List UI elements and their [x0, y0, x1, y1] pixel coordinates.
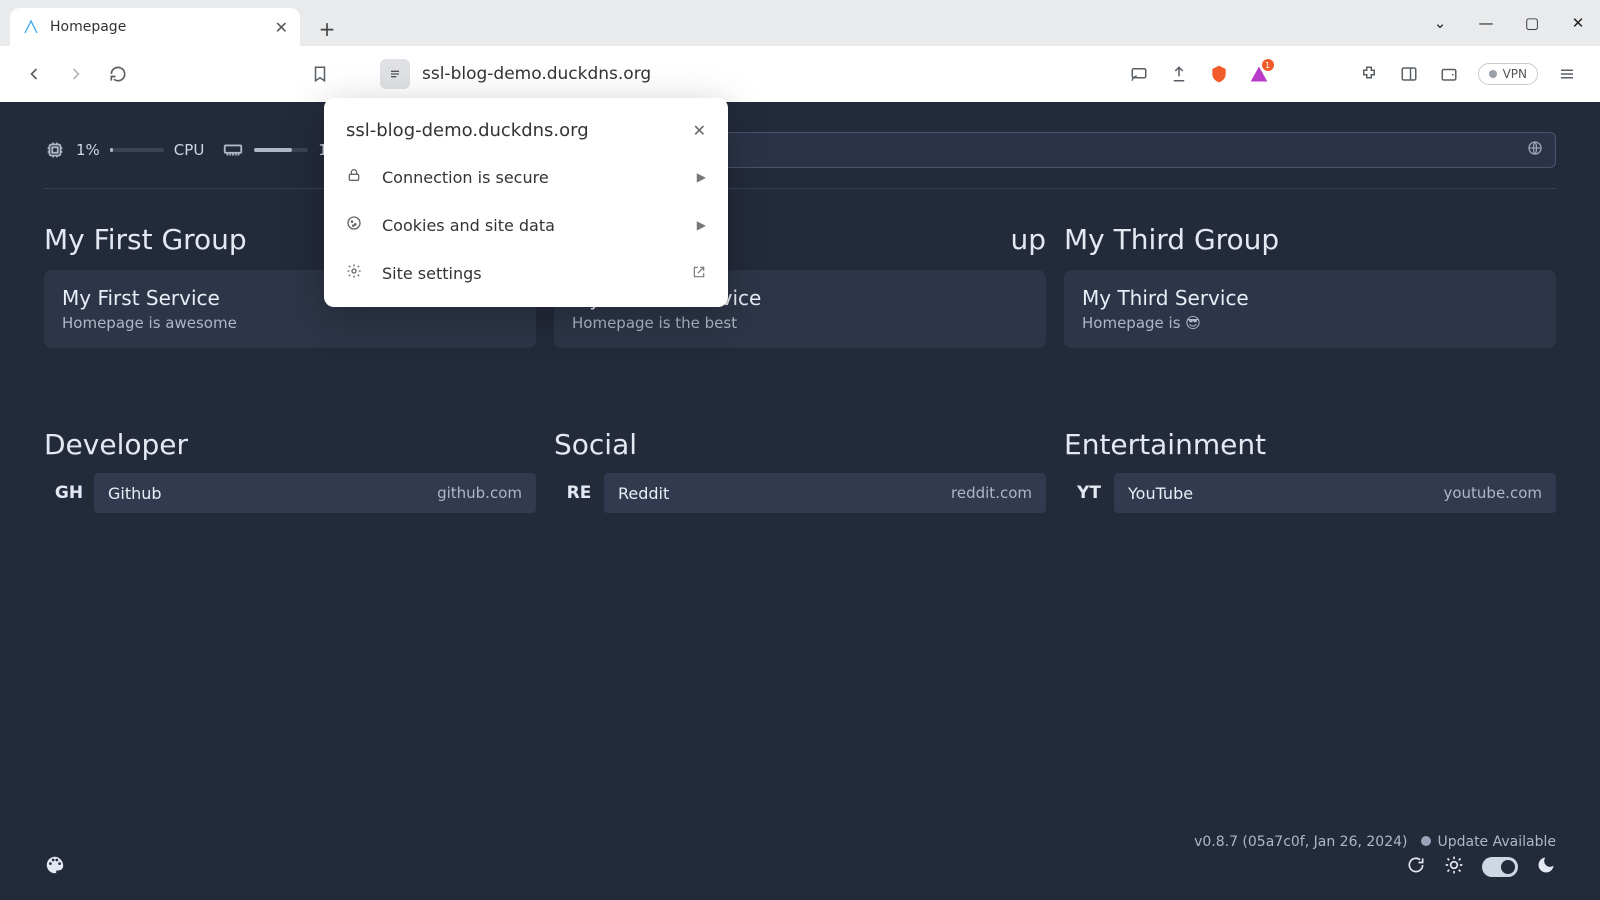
mem-bar	[254, 148, 308, 152]
bookmark-group: Entertainment YT YouTube youtube.com	[1064, 428, 1556, 513]
bookmark-group: Social RE Reddit reddit.com	[554, 428, 1046, 513]
forward-button[interactable]	[64, 62, 88, 86]
service-desc: Homepage is the best	[572, 314, 1028, 332]
bookmark-group: Developer GH Github github.com	[44, 428, 536, 513]
bookmark-name: Reddit	[618, 484, 669, 503]
popover-row-label: Site settings	[382, 264, 676, 283]
palette-icon[interactable]	[44, 854, 66, 880]
site-info-button[interactable]	[380, 59, 410, 89]
chevron-right-icon: ▶	[697, 218, 706, 232]
bookmark-row[interactable]: RE Reddit reddit.com	[554, 473, 1046, 513]
vpn-label: VPN	[1503, 67, 1527, 81]
bookmark-name: Github	[108, 484, 162, 503]
close-window-icon[interactable]: ✕	[1564, 14, 1592, 32]
cookies-row[interactable]: Cookies and site data ▶	[324, 201, 728, 249]
vpn-button[interactable]: VPN	[1478, 63, 1538, 85]
brave-shield-icon[interactable]	[1208, 63, 1230, 85]
bookmark-badge: GH	[44, 473, 94, 513]
cpu-label: CPU	[174, 141, 205, 159]
minimize-icon[interactable]: —	[1472, 14, 1500, 32]
connection-secure-row[interactable]: Connection is secure ▶	[324, 153, 728, 201]
cpu-stat: 1% CPU	[44, 139, 204, 161]
address-bar[interactable]: ssl-blog-demo.duckdns.org	[422, 64, 651, 84]
version-text: v0.8.7 (05a7c0f, Jan 26, 2024)	[1194, 834, 1407, 850]
bookmark-group-title: Entertainment	[1064, 428, 1556, 461]
bookmark-badge: YT	[1064, 473, 1114, 513]
wallet-icon[interactable]	[1438, 63, 1460, 85]
bookmark-domain: github.com	[437, 484, 522, 502]
new-tab-button[interactable]: +	[310, 12, 344, 46]
service-name: My Third Service	[1082, 286, 1538, 310]
menu-icon[interactable]	[1556, 63, 1578, 85]
search-provider-icon	[1527, 140, 1543, 160]
site-settings-row[interactable]: Site settings	[324, 249, 728, 297]
tab-title: Homepage	[50, 19, 265, 35]
popover-title: ssl-blog-demo.duckdns.org	[346, 120, 589, 141]
group-title: My Third Group	[1064, 223, 1556, 256]
chevron-right-icon: ▶	[697, 170, 706, 184]
service-card[interactable]: My Third Service Homepage is 😎	[1064, 270, 1556, 348]
favicon-icon	[22, 18, 40, 36]
bookmark-name: YouTube	[1128, 484, 1193, 503]
browser-tab[interactable]: Homepage ✕	[10, 8, 300, 46]
popover-row-label: Connection is secure	[382, 168, 681, 187]
gear-icon	[346, 263, 366, 283]
bookmark-icon[interactable]	[308, 62, 332, 86]
notification-badge: 1	[1262, 59, 1274, 71]
cast-icon[interactable]	[1128, 63, 1150, 85]
brave-rewards-icon[interactable]: 1	[1248, 63, 1270, 85]
cpu-bar	[110, 148, 164, 152]
maximize-icon[interactable]: ▢	[1518, 14, 1546, 32]
popover-row-label: Cookies and site data	[382, 216, 681, 235]
bookmark-row[interactable]: GH Github github.com	[44, 473, 536, 513]
lock-icon	[346, 167, 366, 187]
tab-close-icon[interactable]: ✕	[275, 18, 288, 37]
bookmark-row[interactable]: YT YouTube youtube.com	[1064, 473, 1556, 513]
bookmark-group-title: Social	[554, 428, 1046, 461]
back-button[interactable]	[22, 62, 46, 86]
cookie-icon	[346, 215, 366, 235]
bookmark-group-title: Developer	[44, 428, 536, 461]
bookmark-badge: RE	[554, 473, 604, 513]
service-desc: Homepage is 😎	[1082, 314, 1538, 332]
external-link-icon	[692, 265, 706, 282]
moon-icon[interactable]	[1536, 855, 1556, 879]
bookmark-domain: youtube.com	[1443, 484, 1542, 502]
tab-search-icon[interactable]: ⌄	[1426, 14, 1454, 32]
reload-button[interactable]	[106, 62, 130, 86]
sun-icon[interactable]	[1444, 855, 1464, 879]
theme-toggle[interactable]	[1482, 857, 1518, 877]
version-bar: v0.8.7 (05a7c0f, Jan 26, 2024) Update Av…	[1194, 834, 1556, 850]
cpu-percent: 1%	[76, 141, 100, 159]
bookmark-domain: reddit.com	[951, 484, 1032, 502]
extensions-icon[interactable]	[1358, 63, 1380, 85]
update-available[interactable]: Update Available	[1421, 834, 1556, 850]
service-group: My Third Group My Third Service Homepage…	[1064, 223, 1556, 348]
service-desc: Homepage is awesome	[62, 314, 518, 332]
site-info-popover: ssl-blog-demo.duckdns.org ✕ Connection i…	[324, 98, 728, 307]
refresh-icon[interactable]	[1406, 855, 1426, 879]
popover-close-icon[interactable]: ✕	[693, 121, 706, 140]
share-icon[interactable]	[1168, 63, 1190, 85]
sidebar-icon[interactable]	[1398, 63, 1420, 85]
